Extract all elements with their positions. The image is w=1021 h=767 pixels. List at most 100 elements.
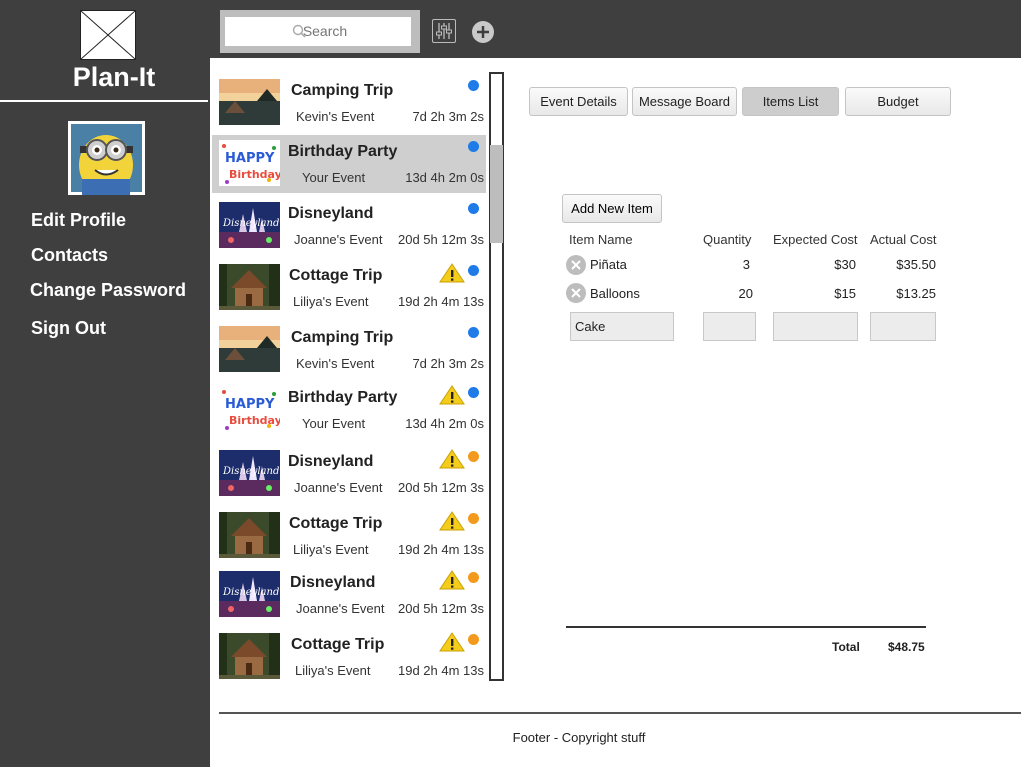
event-host: Kevin's Event [296, 109, 375, 124]
nav-edit-profile[interactable]: Edit Profile [31, 210, 126, 231]
footer-divider [219, 712, 1021, 714]
column-header-item-name: Item Name [569, 232, 633, 247]
tab-event-details[interactable]: Event Details [529, 87, 628, 116]
new-item-expected-cost-field[interactable] [773, 312, 858, 341]
nav-contacts[interactable]: Contacts [31, 245, 108, 266]
tab-message-board[interactable]: Message Board [632, 87, 737, 116]
item-expected-cost: $30 [834, 257, 856, 272]
status-dot-icon [468, 451, 479, 462]
event-countdown: 13d 4h 2m 0s [405, 170, 484, 185]
event-host: Liliya's Event [293, 542, 369, 557]
event-list-item[interactable]: Cottage Trip Liliya's Event 19d 2h 4m 13s [212, 628, 486, 686]
event-countdown: 13d 4h 2m 0s [405, 416, 484, 431]
event-name: Disneyland [288, 453, 374, 470]
svg-text:Birthday: Birthday [229, 414, 280, 427]
event-host: Liliya's Event [293, 294, 369, 309]
new-item-quantity-field[interactable] [703, 312, 756, 341]
event-list-item[interactable]: Disneyland Disneyland Joanne's Event 20d 5h… [212, 197, 486, 255]
new-item-name-field[interactable] [570, 312, 674, 341]
event-countdown: 19d 2h 4m 13s [397, 542, 484, 557]
event-list-item[interactable]: Disneyland Disneyland Joanne's Event 20d 5h… [212, 445, 486, 503]
divider [0, 100, 208, 102]
event-list-item[interactable]: Cottage Trip Liliya's Event 19d 2h 4m 13s [212, 259, 486, 317]
total-value: $48.75 [888, 640, 925, 654]
event-host: Joanne's Event [294, 232, 383, 247]
new-item-actual-cost-field[interactable] [870, 312, 936, 341]
event-thumbnail: Disneyland [219, 571, 280, 617]
event-list-item[interactable]: Cottage Trip Liliya's Event 19d 2h 4m 13s [212, 507, 486, 565]
event-name: Camping Trip [291, 329, 394, 346]
nav-sign-out[interactable]: Sign Out [31, 318, 106, 339]
event-countdown: 7d 2h 3m 2s [412, 109, 484, 124]
event-countdown: 20d 5h 12m 3s [397, 232, 484, 247]
item-name: Piñata [590, 257, 627, 272]
event-host: Your Event [302, 416, 366, 431]
tab-budget[interactable]: Budget [845, 87, 951, 116]
logo-placeholder-icon [80, 10, 136, 60]
avatar[interactable] [68, 121, 145, 195]
svg-text:Birthday: Birthday [229, 168, 280, 181]
sidebar [0, 0, 210, 767]
status-dot-icon [468, 387, 479, 398]
add-event-icon[interactable] [472, 21, 494, 43]
search-icon [292, 24, 306, 43]
footer-text: Footer - Copyright stuff [512, 730, 646, 745]
event-list-item[interactable]: Camping Trip Kevin's Event 7d 2h 3m 2s [212, 321, 486, 379]
event-host: Joanne's Event [296, 601, 385, 616]
tab-items-list[interactable]: Items List [742, 87, 839, 116]
event-countdown: 20d 5h 12m 3s [397, 601, 484, 616]
event-thumbnail: HAPPY Birthday [219, 386, 280, 432]
event-thumbnail [219, 326, 280, 372]
event-name: Cottage Trip [289, 267, 383, 284]
event-name: Cottage Trip [289, 515, 383, 532]
event-host: Your Event [302, 170, 366, 185]
event-host: Kevin's Event [296, 356, 375, 371]
event-name: Birthday Party [288, 389, 398, 406]
item-actual-cost: $13.25 [896, 286, 936, 301]
column-header-actual-cost: Actual Cost [870, 232, 937, 247]
nav-change-password[interactable]: Change Password [30, 280, 186, 301]
status-dot-icon [468, 203, 479, 214]
event-list-item[interactable]: Disneyland Disneyland Joanne's Event 20d 5h… [212, 566, 486, 624]
status-dot-icon [468, 513, 479, 524]
svg-text:HAPPY: HAPPY [225, 397, 275, 412]
status-dot-icon [468, 572, 479, 583]
scrollbar-thumb[interactable] [490, 145, 503, 243]
event-thumbnail [219, 512, 280, 558]
event-thumbnail: Disneyland [219, 202, 280, 248]
event-countdown: 20d 5h 12m 3s [397, 480, 484, 495]
svg-text:Disneyland: Disneyland [222, 466, 279, 477]
event-host: Joanne's Event [294, 480, 383, 495]
warning-icon [439, 632, 465, 652]
search-input[interactable] [225, 17, 411, 46]
event-list-item[interactable]: Camping Trip Kevin's Event 7d 2h 3m 2s [212, 74, 486, 132]
event-thumbnail: HAPPY Birthday [219, 140, 280, 186]
item-name: Balloons [590, 286, 640, 301]
item-actual-cost: $35.50 [896, 257, 936, 272]
event-name: Disneyland [288, 205, 374, 222]
event-countdown: 19d 2h 4m 13s [397, 294, 484, 309]
event-name: Disneyland [290, 574, 376, 591]
remove-item-icon[interactable] [566, 283, 586, 303]
filter-sliders-icon[interactable] [432, 19, 456, 43]
status-dot-icon [468, 141, 479, 152]
column-header-quantity: Quantity [703, 232, 752, 247]
event-name: Birthday Party [288, 143, 398, 160]
event-countdown: 7d 2h 3m 2s [412, 356, 484, 371]
status-dot-icon [468, 327, 479, 338]
warning-icon [439, 263, 465, 283]
add-item-button[interactable]: Add New Item [562, 194, 662, 223]
event-list-item[interactable]: HAPPY Birthday Birthday Party Your Event 13d… [212, 135, 486, 193]
event-name: Cottage Trip [291, 636, 385, 653]
event-thumbnail [219, 79, 280, 125]
warning-icon [439, 449, 465, 469]
warning-icon [439, 511, 465, 531]
status-dot-icon [468, 634, 479, 645]
event-thumbnail [219, 264, 280, 310]
app-title: Plan-It [72, 62, 156, 92]
svg-text:HAPPY: HAPPY [225, 151, 275, 166]
svg-text:Disneyland: Disneyland [222, 218, 279, 229]
remove-item-icon[interactable] [566, 255, 586, 275]
event-list-item[interactable]: HAPPY Birthday Birthday Party Your Event 13d… [212, 381, 486, 439]
total-label: Total [832, 640, 860, 654]
